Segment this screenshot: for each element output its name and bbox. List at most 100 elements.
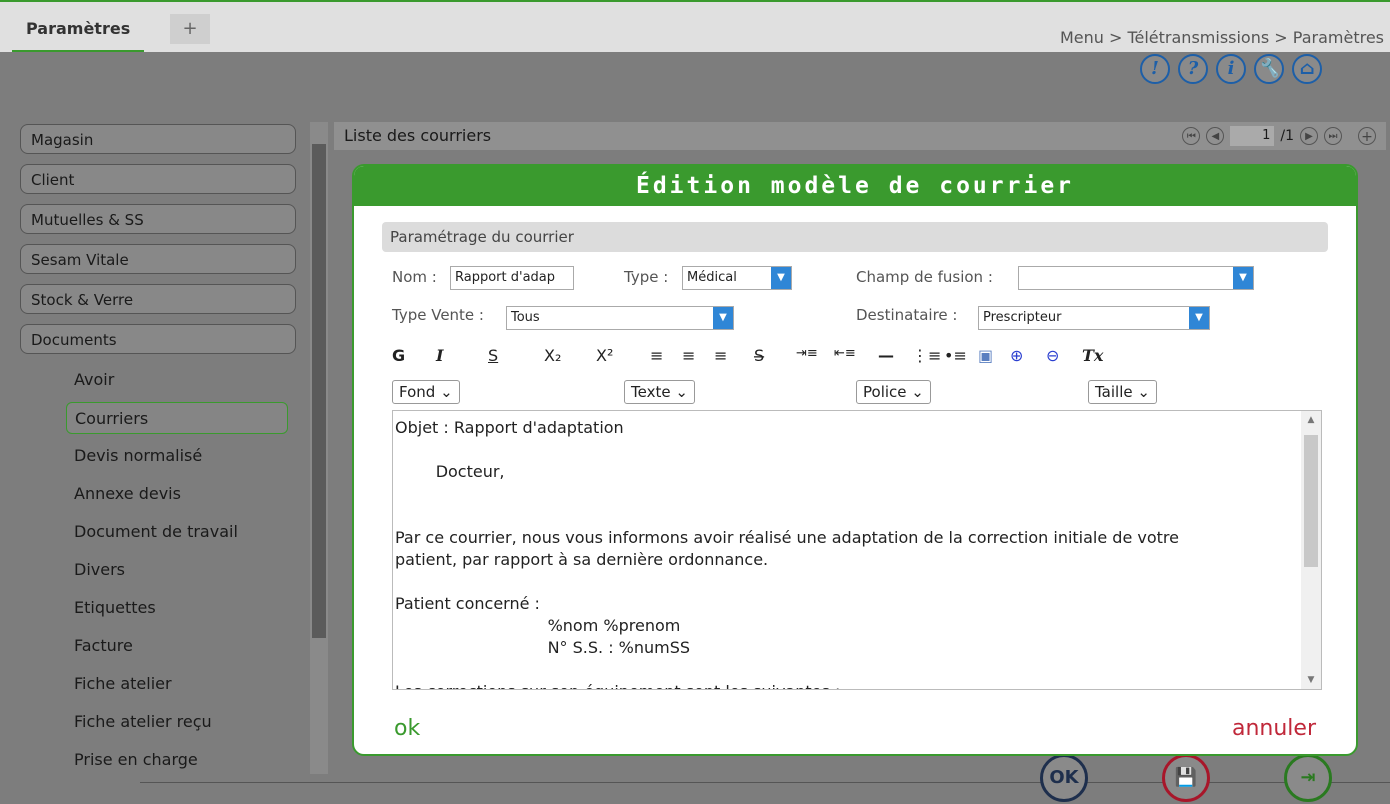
pager: ⏮ ◀ 1 /1 ▶ ⏭ + (1182, 122, 1376, 150)
chevron-down-icon[interactable]: ▼ (771, 267, 791, 289)
taille-label: Taille (1095, 383, 1133, 401)
tab-bar: Paramètres + Menu > Télétransmissions > … (0, 0, 1390, 53)
subscript-icon[interactable]: X₂ (544, 346, 561, 365)
sidebar-subitem-document-travail[interactable]: Document de travail (66, 516, 296, 548)
scroll-up-icon[interactable]: ▲ (1301, 415, 1321, 425)
police-dropdown[interactable]: Police ⌄ (856, 380, 931, 404)
last-page-icon[interactable]: ⏭ (1324, 127, 1342, 145)
sidebar-subitem-fiche-atelier-recu[interactable]: Fiche atelier reçu (66, 706, 296, 738)
sidebar-item-client[interactable]: Client (20, 164, 296, 194)
underline-icon[interactable]: S (488, 346, 498, 365)
editor-line: patient, par rapport à sa dernière ordon… (395, 550, 769, 569)
ordered-list-icon[interactable]: ⋮≡ (912, 346, 941, 365)
type-select[interactable]: Médical ▼ (682, 266, 792, 290)
add-icon[interactable]: + (1358, 127, 1376, 145)
sidebar-subitem-courriers[interactable]: Courriers (66, 402, 288, 434)
editor-line: %nom %prenom (395, 616, 681, 635)
outdent-icon[interactable]: ⇤≡ (834, 346, 856, 361)
editor-content[interactable]: Objet : Rapport d'adaptation Docteur, Pa… (393, 411, 1299, 689)
sidebar-subitem-annexe-devis[interactable]: Annexe devis (66, 478, 296, 510)
save-button[interactable]: 💾 (1162, 754, 1210, 802)
home-icon[interactable]: ⌂ (1292, 54, 1322, 84)
add-tab-button[interactable]: + (170, 14, 210, 44)
sidebar-item-documents[interactable]: Documents (20, 324, 296, 354)
editor-scrollbar[interactable]: ▲ ▼ (1301, 411, 1321, 689)
editor-scrollbar-thumb[interactable] (1304, 435, 1318, 567)
bold-icon[interactable]: G (392, 346, 405, 365)
indent-icon[interactable]: ⇥≡ (796, 346, 818, 361)
type-label: Type : (624, 268, 669, 286)
texte-label: Texte (631, 383, 671, 401)
editor-line: Patient concerné : (395, 594, 540, 613)
sidebar-subitem-etiquettes[interactable]: Etiquettes (66, 592, 296, 624)
editor-line: N° S.S. : %numSS (395, 638, 691, 657)
prev-page-icon[interactable]: ◀ (1206, 127, 1225, 145)
modal-ok-button[interactable]: ok (394, 716, 420, 741)
page-input[interactable]: 1 (1230, 126, 1275, 146)
image-icon[interactable]: ▣ (978, 346, 993, 365)
champ-fusion-select[interactable]: ▼ (1018, 266, 1254, 290)
type-vente-select[interactable]: Tous ▼ (506, 306, 734, 330)
strikethrough-icon[interactable]: S̶ (754, 346, 764, 365)
letter-editor[interactable]: Objet : Rapport d'adaptation Docteur, Pa… (392, 410, 1322, 690)
destinataire-select[interactable]: Prescripteur ▼ (978, 306, 1210, 330)
sidebar-item-magasin[interactable]: Magasin (20, 124, 296, 154)
sidebar-subitem-prise-en-charge[interactable]: Prise en charge (66, 744, 296, 776)
champ-fusion-label: Champ de fusion : (856, 268, 993, 286)
taille-dropdown[interactable]: Taille ⌄ (1088, 380, 1157, 404)
chevron-down-icon[interactable]: ▼ (713, 307, 733, 329)
unordered-list-icon[interactable]: •≡ (944, 346, 967, 365)
sidebar-subitem-devis-normalise[interactable]: Devis normalisé (66, 440, 296, 472)
unlink-icon[interactable]: ⊖ (1046, 346, 1059, 365)
superscript-icon[interactable]: X² (596, 346, 613, 365)
first-page-icon[interactable]: ⏮ (1182, 127, 1201, 145)
type-vente-value: Tous (511, 310, 540, 325)
page-total: /1 (1280, 128, 1294, 144)
header-icons: ! ? i 🔧 ⌂ (1140, 54, 1322, 84)
editor-line: Les corrections sur son équipement sont … (395, 681, 1297, 689)
sidebar-item-stock-verre[interactable]: Stock & Verre (20, 284, 296, 314)
nom-label: Nom : (392, 268, 437, 286)
italic-icon[interactable]: I (436, 346, 443, 365)
horizontal-rule-icon[interactable]: — (878, 346, 894, 365)
sidebar-subitem-divers[interactable]: Divers (66, 554, 296, 586)
sidebar-item-sesam-vitale[interactable]: Sesam Vitale (20, 244, 296, 274)
align-right-icon[interactable]: ≡ (714, 346, 727, 365)
list-title: Liste des courriers (344, 126, 492, 145)
sidebar-item-mutuelles[interactable]: Mutuelles & SS (20, 204, 296, 234)
settings-icon[interactable]: 🔧 (1254, 54, 1284, 84)
list-header: Liste des courriers ⏮ ◀ 1 /1 ▶ ⏭ + (334, 122, 1386, 150)
police-label: Police (863, 383, 907, 401)
section-title: Paramétrage du courrier (382, 222, 1328, 252)
ok-button[interactable]: OK (1040, 754, 1088, 802)
scrollbar-thumb[interactable] (312, 144, 326, 638)
scroll-down-icon[interactable]: ▼ (1301, 675, 1321, 685)
chevron-down-icon[interactable]: ▼ (1233, 267, 1253, 289)
chevron-down-icon[interactable]: ▼ (1189, 307, 1209, 329)
sidebar-subitem-facture[interactable]: Facture (66, 630, 296, 662)
edit-letter-modal: Édition modèle de courrier Paramétrage d… (352, 164, 1358, 756)
link-icon[interactable]: ⊕ (1010, 346, 1023, 365)
help-icon[interactable]: ? (1178, 54, 1208, 84)
format-toolbar: G I S X₂ X² ≡ ≡ ≡ S̶ ⇥≡ ⇤≡ — ⋮≡ •≡ ▣ ⊕ ⊖… (392, 346, 1292, 376)
exit-button[interactable]: ⇥ (1284, 754, 1332, 802)
alert-icon[interactable]: ! (1140, 54, 1170, 84)
info-icon[interactable]: i (1216, 54, 1246, 84)
align-left-icon[interactable]: ≡ (650, 346, 663, 365)
sidebar-scrollbar[interactable] (310, 122, 328, 774)
sidebar-subitem-fiche-atelier[interactable]: Fiche atelier (66, 668, 296, 700)
nom-input[interactable]: Rapport d'adap (450, 266, 574, 290)
type-vente-label: Type Vente : (392, 306, 484, 324)
tab-parametres[interactable]: Paramètres (12, 8, 145, 53)
fond-dropdown[interactable]: Fond ⌄ (392, 380, 460, 404)
texte-dropdown[interactable]: Texte ⌄ (624, 380, 695, 404)
clear-format-icon[interactable]: Tx (1082, 346, 1103, 365)
sidebar-subitem-avoir[interactable]: Avoir (66, 364, 296, 396)
modal-cancel-button[interactable]: annuler (1232, 716, 1316, 741)
editor-line: Objet : Rapport d'adaptation (395, 418, 624, 437)
next-page-icon[interactable]: ▶ (1300, 127, 1318, 145)
align-center-icon[interactable]: ≡ (682, 346, 695, 365)
